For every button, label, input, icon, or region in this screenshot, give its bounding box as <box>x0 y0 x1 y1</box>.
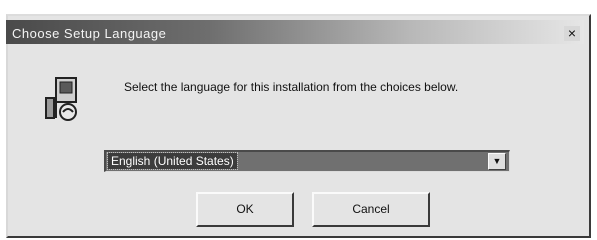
ok-button[interactable]: OK <box>196 192 294 227</box>
setup-computer-icon <box>42 74 86 124</box>
chevron-down-icon: ▼ <box>492 156 502 166</box>
dropdown-arrow-button[interactable]: ▼ <box>488 153 506 170</box>
instruction-text: Select the language for this installatio… <box>124 80 459 94</box>
close-icon: × <box>567 25 577 41</box>
close-button[interactable]: × <box>564 26 580 41</box>
window-title: Choose Setup Language <box>12 26 167 41</box>
cancel-button[interactable]: Cancel <box>312 192 430 227</box>
setup-language-dialog <box>6 14 591 238</box>
language-selected-value[interactable]: English (United States) <box>107 152 238 170</box>
